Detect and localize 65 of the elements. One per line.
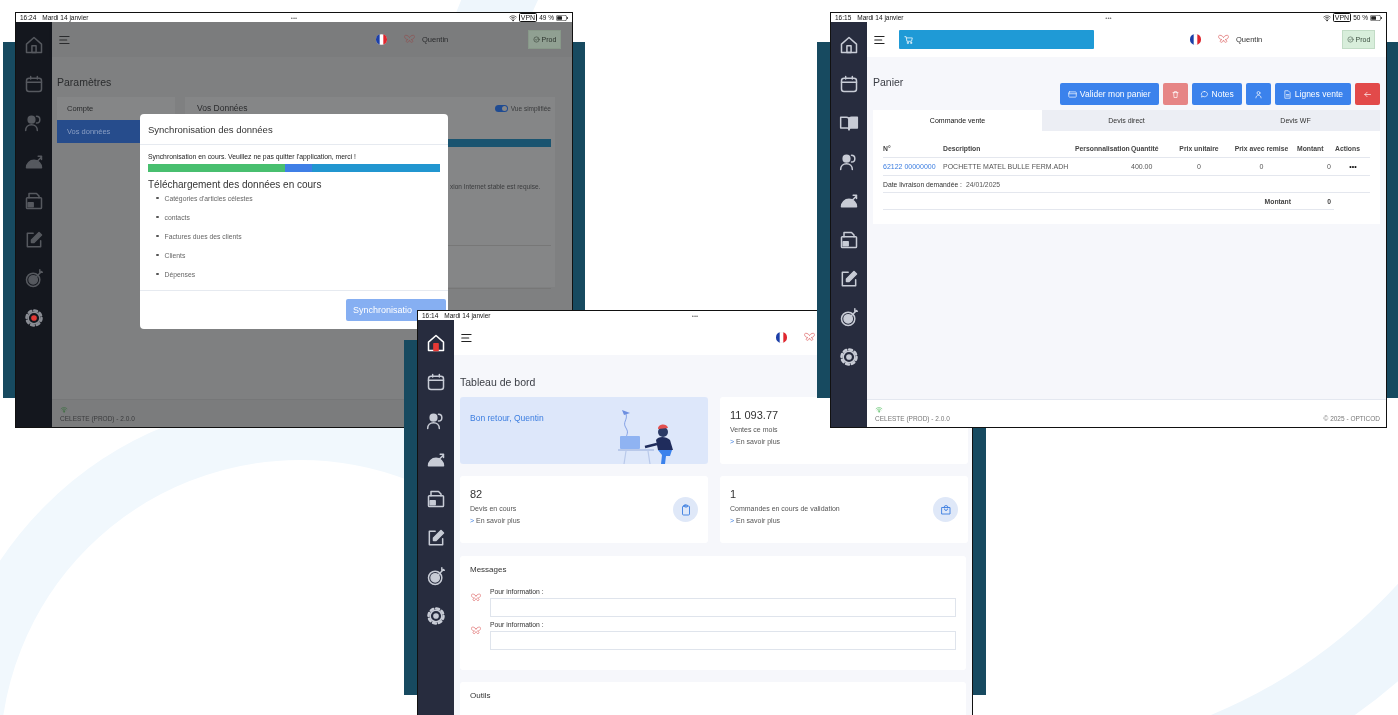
message-field[interactable]: [490, 598, 956, 617]
butterfly-icon: [803, 331, 816, 344]
cart-icon: [904, 34, 914, 45]
users-icon[interactable]: [426, 411, 446, 431]
page-title: Panier: [873, 75, 905, 89]
butterfly-icon: [470, 625, 482, 637]
search-field[interactable]: [899, 30, 1094, 49]
panel-title: Vos Données: [197, 103, 248, 113]
flag-icon[interactable]: [776, 332, 787, 343]
flag-icon[interactable]: [1190, 34, 1201, 45]
folders-icon[interactable]: [426, 489, 446, 509]
calendar-icon[interactable]: [426, 372, 446, 392]
stat-value: 1: [730, 488, 738, 500]
person-icon: [1253, 89, 1263, 99]
battery-icon: [1370, 14, 1382, 21]
arrow-left-icon: [1363, 89, 1372, 99]
settings-icon[interactable]: [24, 308, 44, 328]
bullet-dot: [156, 253, 159, 257]
target-icon[interactable]: [839, 308, 859, 328]
bag-icon: [939, 503, 952, 516]
clipboard-icon: [679, 503, 692, 516]
gauge-icon[interactable]: [839, 191, 859, 211]
settings-icon[interactable]: [426, 606, 446, 626]
trash-icon: [1170, 89, 1180, 99]
page-title: Tableau de bord: [460, 375, 537, 389]
edit-icon[interactable]: [839, 269, 859, 289]
users-icon[interactable]: [839, 152, 859, 172]
validate-cart-button[interactable]: Valider mon panier: [1059, 83, 1159, 105]
check-circle-icon: [532, 36, 540, 43]
notes-button[interactable]: Notes: [1191, 83, 1242, 105]
wifi-icon: [875, 406, 883, 413]
chat-icon: [1199, 89, 1209, 99]
customer-button[interactable]: [1245, 83, 1271, 105]
butterfly-icon: [470, 592, 482, 604]
welcome-text: Bon retour, Quentin: [470, 413, 544, 423]
bullet-dot: [156, 196, 159, 200]
wifi-icon: [1322, 13, 1331, 22]
butterfly-icon: [1217, 33, 1230, 46]
bullet-dot: [156, 272, 159, 276]
edit-icon[interactable]: [426, 528, 446, 548]
wifi-icon: [60, 406, 68, 413]
card-icon: [1067, 89, 1077, 99]
bullet-dot: [156, 215, 159, 219]
document-icon: [1282, 89, 1292, 99]
battery-icon: [556, 14, 568, 21]
card-title: Outils: [470, 691, 492, 700]
wifi-icon: [508, 13, 517, 22]
flag-icon[interactable]: [376, 34, 387, 45]
bullet-dot: [156, 234, 159, 238]
check-circle-icon: [1346, 36, 1354, 43]
folders-icon[interactable]: [839, 230, 859, 250]
message-field[interactable]: [490, 631, 956, 650]
butterfly-icon: [403, 33, 416, 46]
dialog-heading: Téléchargement des données en cours: [148, 179, 323, 190]
card-title: Messages: [470, 565, 508, 574]
stat-value: 82: [470, 488, 484, 500]
calendar-icon[interactable]: [839, 74, 859, 94]
page-title: Paramètres: [57, 75, 113, 89]
book-icon[interactable]: [839, 113, 859, 133]
sales-lines-button[interactable]: Lignes vente: [1274, 83, 1351, 105]
stat-value: 11 093.77: [730, 409, 780, 421]
toggle-switch[interactable]: [494, 104, 508, 112]
gauge-icon[interactable]: [426, 450, 446, 470]
settings-icon[interactable]: [839, 347, 859, 367]
target-icon[interactable]: [426, 567, 446, 587]
